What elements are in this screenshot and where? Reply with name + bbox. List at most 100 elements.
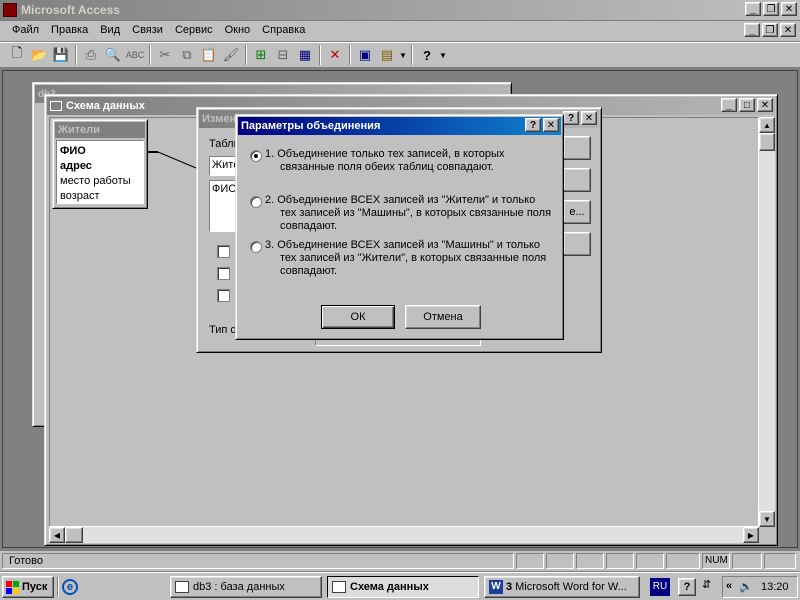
scroll-right-icon[interactable]: ▶ xyxy=(743,527,759,543)
start-button[interactable]: Пуск xyxy=(2,576,54,598)
num-lock-indicator: NUM xyxy=(702,553,730,569)
show-table-icon[interactable]: ⊞ xyxy=(250,44,272,66)
internet-explorer-icon[interactable]: e xyxy=(62,579,78,595)
cancel-button[interactable]: Отмена xyxy=(405,305,481,329)
menu-file[interactable]: Файл xyxy=(6,21,45,39)
field-item[interactable]: место работы xyxy=(60,174,140,189)
database-window-icon[interactable]: ▣ xyxy=(354,44,376,66)
taskbar-item-db3[interactable]: db3 : база данных xyxy=(170,576,322,598)
access-logo-icon xyxy=(3,3,17,17)
doc-caption-buttons: _ ❐ ✕ xyxy=(744,23,796,37)
join-option-3[interactable]: 3. Объединение ВСЕХ записей из "Машины" … xyxy=(250,239,555,278)
paste-icon[interactable]: 📋 xyxy=(198,44,220,66)
join-option-1[interactable]: 1. Объединение только тех записей, в кот… xyxy=(250,148,555,174)
join-dialog-title: Параметры объединения xyxy=(241,120,381,132)
restore-icon[interactable]: ❐ xyxy=(762,23,778,37)
scroll-thumb[interactable] xyxy=(65,527,83,543)
close-icon[interactable]: ✕ xyxy=(781,2,797,16)
new-file-icon[interactable]: 🗋 xyxy=(6,44,28,66)
join-option-1-radio[interactable] xyxy=(250,150,262,162)
delete-icon[interactable]: ✕ xyxy=(324,44,346,66)
taskbar-item-word[interactable]: W 3 Microsoft Word for W... xyxy=(484,576,640,598)
status-text-panel: Готово xyxy=(2,553,514,569)
scroll-left-icon[interactable]: ◀ xyxy=(49,527,65,543)
menu-tools[interactable]: Сервис xyxy=(169,21,219,39)
taskbar-item-schema[interactable]: Схема данных xyxy=(327,576,479,598)
close-icon[interactable]: ✕ xyxy=(581,111,597,125)
join-option-2-radio[interactable] xyxy=(250,196,262,208)
join-option-3-radio[interactable] xyxy=(250,241,262,253)
print-icon[interactable]: ⎙ xyxy=(80,44,102,66)
format-painter-icon[interactable]: 🖌 xyxy=(220,44,242,66)
field-item[interactable]: адрес xyxy=(60,159,140,174)
status-bar: Готово NUM xyxy=(0,551,800,571)
show-direct-icon[interactable]: ⊟ xyxy=(272,44,294,66)
restore-icon[interactable]: ❐ xyxy=(763,2,779,16)
join-option-2-line2: тех записей из "Машины", в которых связа… xyxy=(280,207,552,219)
save-icon[interactable]: 💾 xyxy=(50,44,72,66)
volume-icon[interactable]: 🔈 xyxy=(739,580,753,593)
help-icon[interactable]: ? xyxy=(563,111,579,125)
status-panel xyxy=(636,553,664,569)
enforce-integrity-checkbox[interactable] xyxy=(217,245,230,258)
menu-view[interactable]: Вид xyxy=(94,21,126,39)
menu-bar: Файл Правка Вид Связи Сервис Окно Справка xyxy=(0,21,800,41)
menu-relationships[interactable]: Связи xyxy=(126,21,169,39)
scroll-down-icon[interactable]: ▼ xyxy=(759,511,775,527)
minimize-icon[interactable]: _ xyxy=(721,98,737,112)
help-icon[interactable]: ? xyxy=(678,578,696,596)
minimize-icon[interactable]: _ xyxy=(744,23,760,37)
join-option-3-line1: 3. Объединение ВСЕХ записей из "Машины" … xyxy=(265,239,541,251)
join-option-3-line3: совпадают. xyxy=(280,265,338,277)
vertical-scrollbar[interactable]: ▲ ▼ xyxy=(759,117,775,527)
chevron-down-icon[interactable]: ▼ xyxy=(438,44,448,66)
horizontal-scrollbar[interactable]: ◀ ▶ xyxy=(49,527,759,543)
menu-window[interactable]: Окно xyxy=(219,21,257,39)
spelling-icon[interactable]: ABC xyxy=(124,44,146,66)
status-text: Готово xyxy=(9,555,43,567)
print-preview-icon[interactable]: 🔍 xyxy=(102,44,124,66)
cut-icon[interactable]: ✂ xyxy=(154,44,176,66)
table-box-zhiteli[interactable]: Жители ФИО адрес место работы возраст xyxy=(52,119,148,209)
new-button[interactable] xyxy=(563,232,591,256)
new-object-icon[interactable]: ▤ xyxy=(376,44,398,66)
close-icon[interactable]: ✕ xyxy=(780,23,796,37)
minimize-icon[interactable]: _ xyxy=(745,2,761,16)
copy-icon[interactable]: ⧉ xyxy=(176,44,198,66)
relationships-icon xyxy=(332,581,346,593)
chevron-down-icon[interactable]: ▼ xyxy=(398,44,408,66)
create-button[interactable] xyxy=(563,136,591,160)
scroll-thumb[interactable] xyxy=(759,133,775,151)
schema-window-title: Схема данных xyxy=(66,100,145,112)
join-option-2[interactable]: 2. Объединение ВСЕХ записей из "Жители" … xyxy=(250,194,555,233)
cascade-update-checkbox[interactable] xyxy=(217,267,230,280)
field-item[interactable]: возраст xyxy=(60,189,140,204)
field-list[interactable]: ФИО адрес место работы возраст xyxy=(56,140,144,204)
schema-caption-buttons: _ □ ✕ xyxy=(721,98,773,112)
close-icon[interactable]: ✕ xyxy=(757,98,773,112)
show-all-icon[interactable]: ▦ xyxy=(294,44,316,66)
help-icon[interactable]: ? xyxy=(416,44,438,66)
help-icon[interactable]: ? xyxy=(525,118,541,132)
field-item[interactable]: ФИО xyxy=(60,144,140,159)
cascade-delete-checkbox[interactable] xyxy=(217,289,230,302)
network-icon[interactable]: ⇵ xyxy=(702,578,711,591)
app-title: Microsoft Access xyxy=(21,3,120,17)
edit-dialog-caption-buttons: ? ✕ xyxy=(563,111,597,125)
taskbar: Пуск e db3 : база данных Схема данных W … xyxy=(0,572,800,600)
language-indicator[interactable]: RU xyxy=(650,578,670,596)
join-properties-dialog[interactable]: Параметры объединения ? ✕ 1. Объединение… xyxy=(235,114,564,340)
clock[interactable]: 13:20 xyxy=(761,581,789,593)
scroll-up-icon[interactable]: ▲ xyxy=(759,117,775,133)
cancel-relationship-button[interactable] xyxy=(563,168,591,192)
close-icon[interactable]: ✕ xyxy=(543,118,559,132)
app-title-bar[interactable]: Microsoft Access xyxy=(0,0,800,20)
open-folder-icon[interactable]: 📂 xyxy=(28,44,50,66)
menu-help[interactable]: Справка xyxy=(256,21,311,39)
maximize-icon[interactable]: □ xyxy=(739,98,755,112)
ok-button[interactable]: ОК xyxy=(321,305,395,329)
join-option-2-line3: совпадают. xyxy=(280,220,338,232)
menu-edit[interactable]: Правка xyxy=(45,21,94,39)
chevron-left-icon[interactable]: « xyxy=(726,580,732,592)
join-type-button[interactable]: е... xyxy=(563,200,591,224)
